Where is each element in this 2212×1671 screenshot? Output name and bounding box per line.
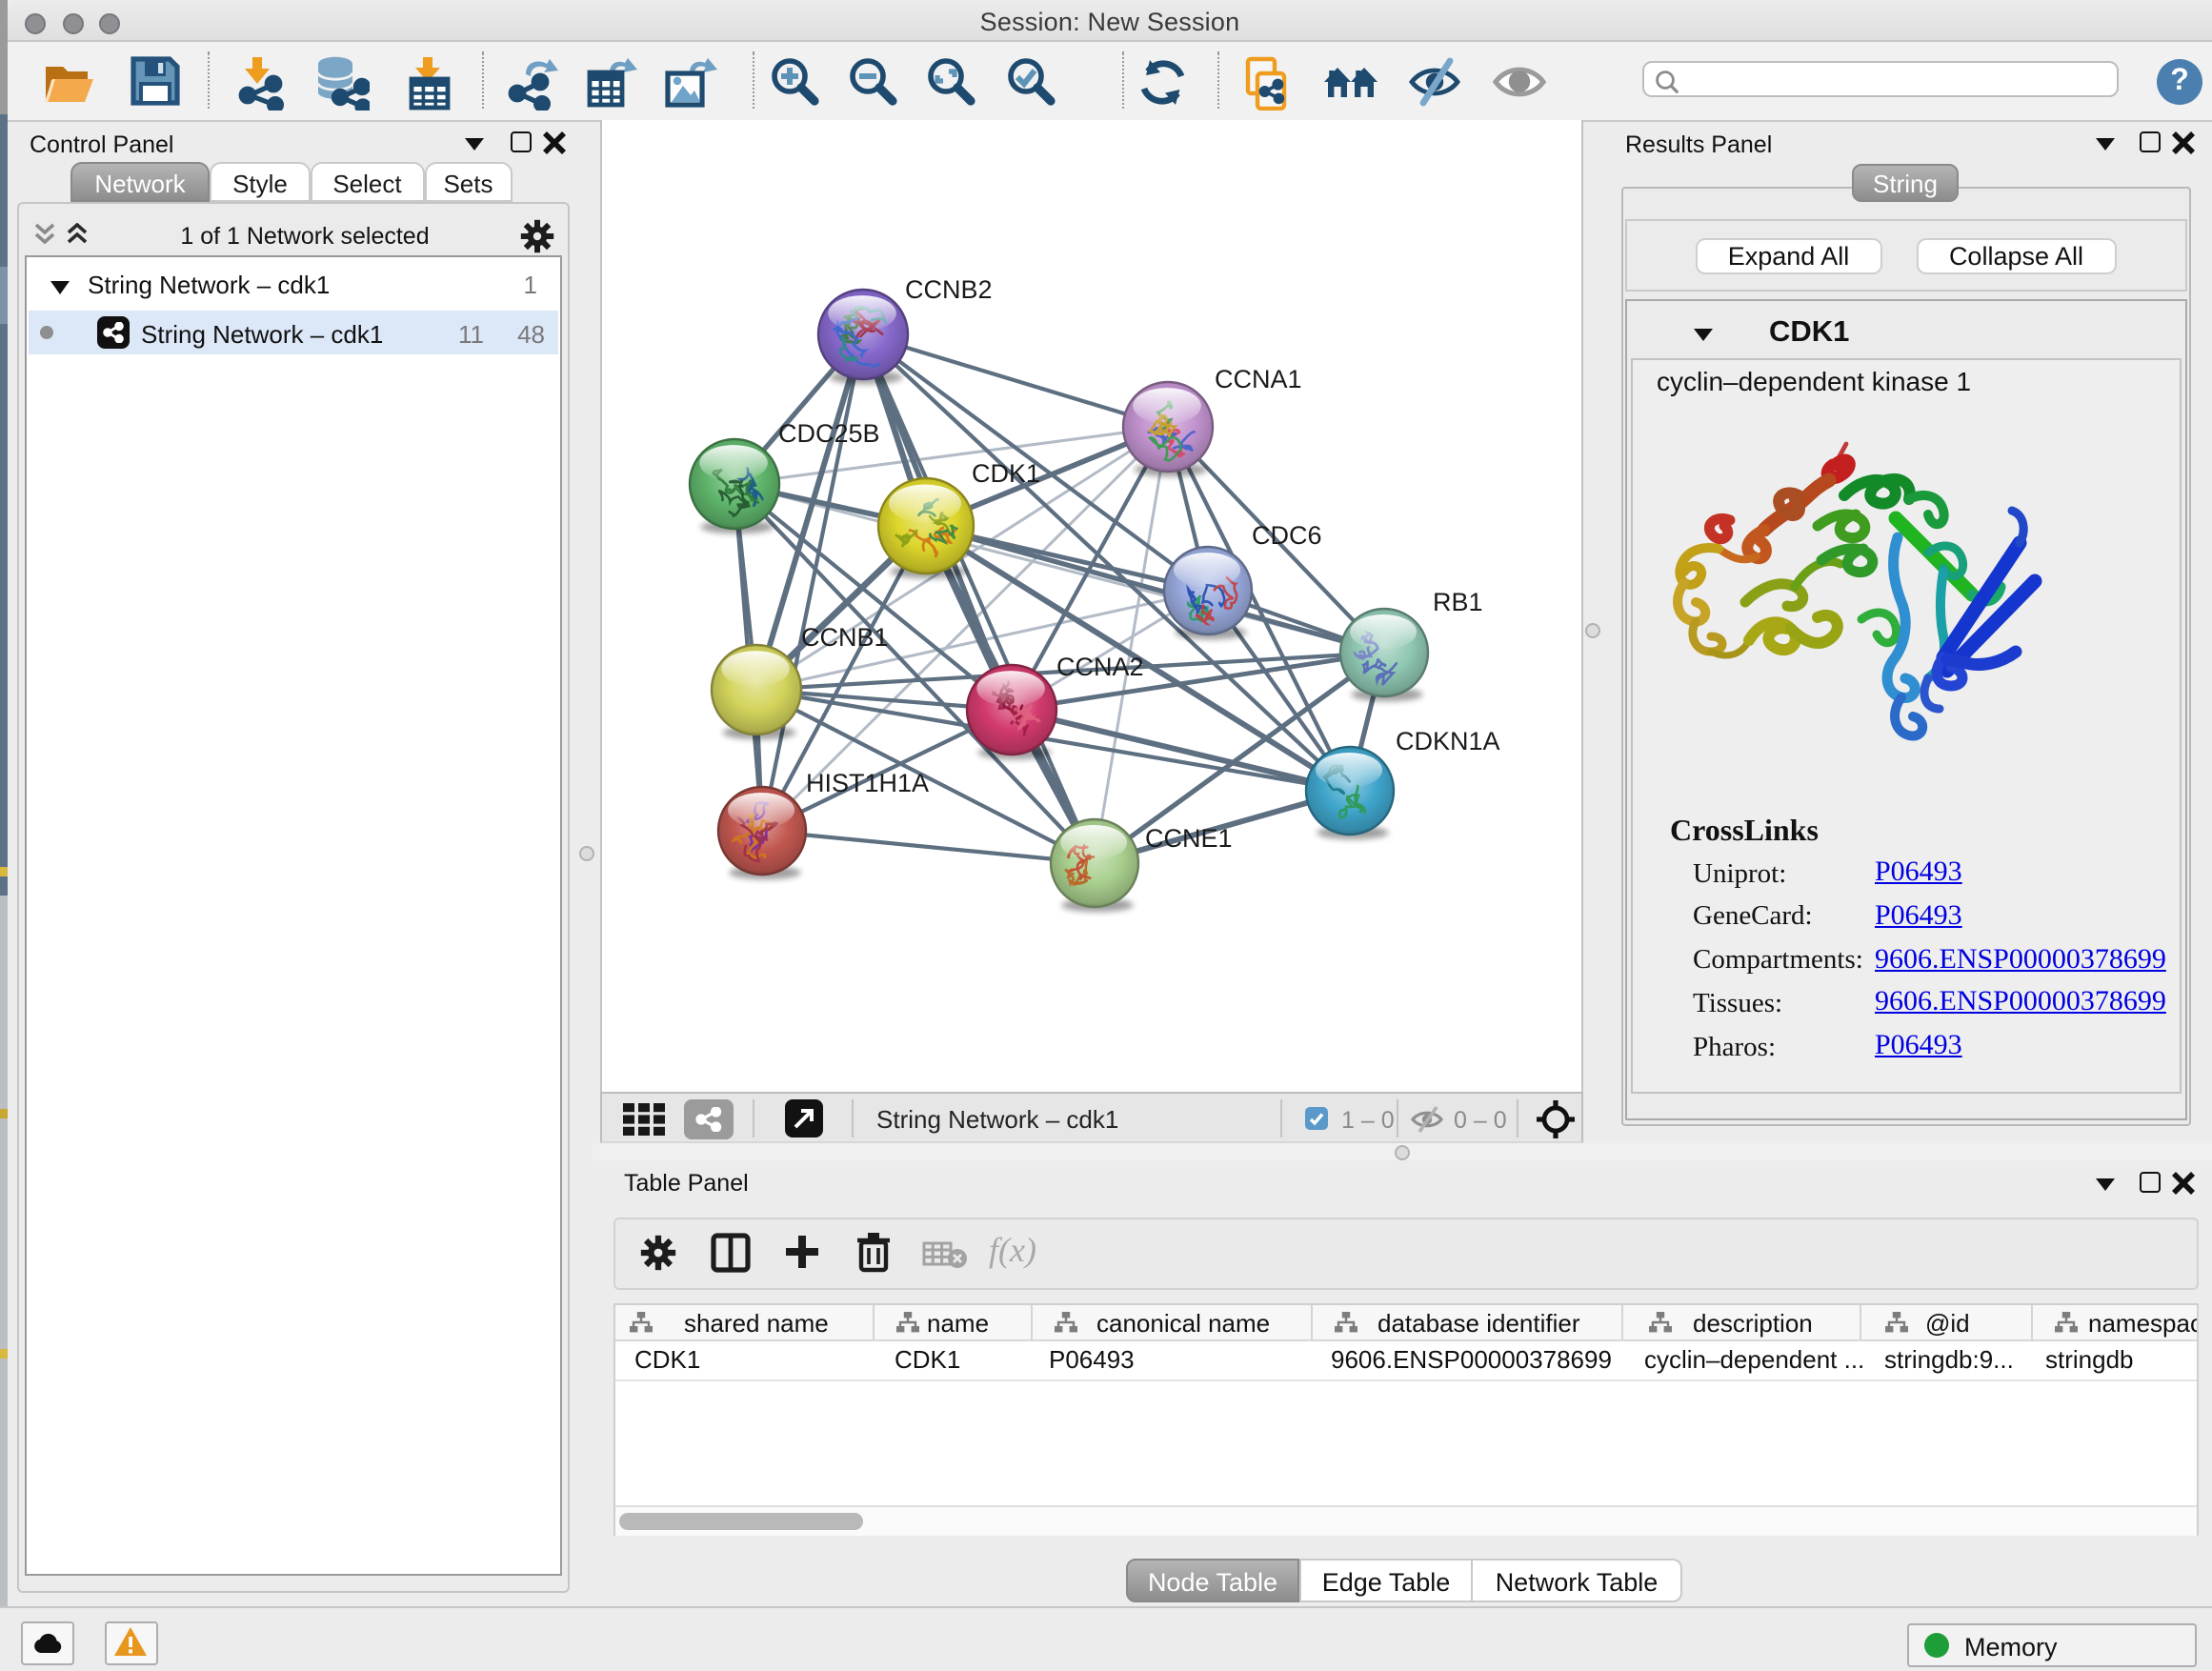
svg-text:CDC25B: CDC25B	[778, 419, 880, 448]
svg-text:CDC6: CDC6	[1252, 521, 1322, 550]
svg-text:HIST1H1A: HIST1H1A	[806, 769, 929, 797]
svg-text:CCNA2: CCNA2	[1056, 653, 1144, 681]
svg-text:CCNB2: CCNB2	[905, 275, 993, 304]
svg-text:CCNE1: CCNE1	[1145, 824, 1233, 853]
svg-text:CDK1: CDK1	[972, 459, 1040, 488]
svg-text:CCNA1: CCNA1	[1215, 365, 1302, 393]
svg-text:CDKN1A: CDKN1A	[1396, 727, 1500, 755]
svg-text:CCNB1: CCNB1	[801, 623, 889, 652]
svg-text:RB1: RB1	[1433, 588, 1483, 616]
